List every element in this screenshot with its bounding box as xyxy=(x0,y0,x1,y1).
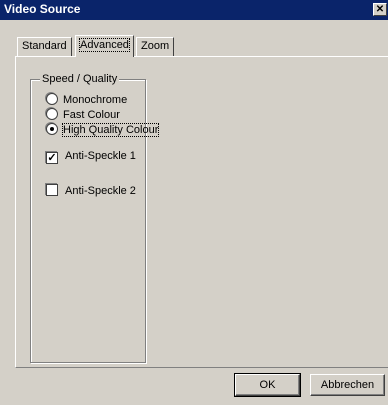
title-bar: Video Source ✕ xyxy=(0,0,388,20)
tab-label: Advanced xyxy=(79,38,130,52)
radio-button[interactable] xyxy=(46,108,58,120)
checkbox[interactable] xyxy=(46,184,58,196)
checkbox-anti-speckle-1[interactable]: ✓ Anti-Speckle 1 xyxy=(46,150,136,164)
radio-high-quality-colour[interactable]: High Quality Colour xyxy=(46,123,160,137)
radio-label: High Quality Colour xyxy=(61,123,160,137)
group-title: Speed / Quality xyxy=(40,73,120,85)
radio-label: Monochrome xyxy=(63,94,128,106)
close-icon: ✕ xyxy=(375,4,385,15)
radio-fast-colour[interactable]: Fast Colour xyxy=(46,108,120,121)
tab-advanced[interactable]: Advanced xyxy=(75,35,134,57)
checkbox[interactable]: ✓ xyxy=(46,152,58,164)
tab-standard[interactable]: Standard xyxy=(17,37,72,56)
cancel-button[interactable]: Abbrechen xyxy=(310,374,385,396)
tab-label: Standard xyxy=(22,40,67,52)
ok-button[interactable]: OK xyxy=(234,373,301,397)
radio-button[interactable] xyxy=(46,93,58,105)
checkbox-label: Anti-Speckle 1 xyxy=(65,150,136,162)
speed-quality-group xyxy=(30,79,146,363)
checkbox-label: Anti-Speckle 2 xyxy=(65,185,136,197)
radio-monochrome[interactable]: Monochrome xyxy=(46,93,127,106)
window-title: Video Source xyxy=(4,2,81,16)
close-button[interactable]: ✕ xyxy=(373,3,387,16)
tab-label: Zoom xyxy=(141,40,170,52)
checkbox-anti-speckle-2[interactable]: Anti-Speckle 2 xyxy=(46,184,136,197)
radio-label: Fast Colour xyxy=(63,109,120,121)
radio-button[interactable] xyxy=(46,123,58,135)
tab-zoom[interactable]: Zoom xyxy=(136,37,175,56)
